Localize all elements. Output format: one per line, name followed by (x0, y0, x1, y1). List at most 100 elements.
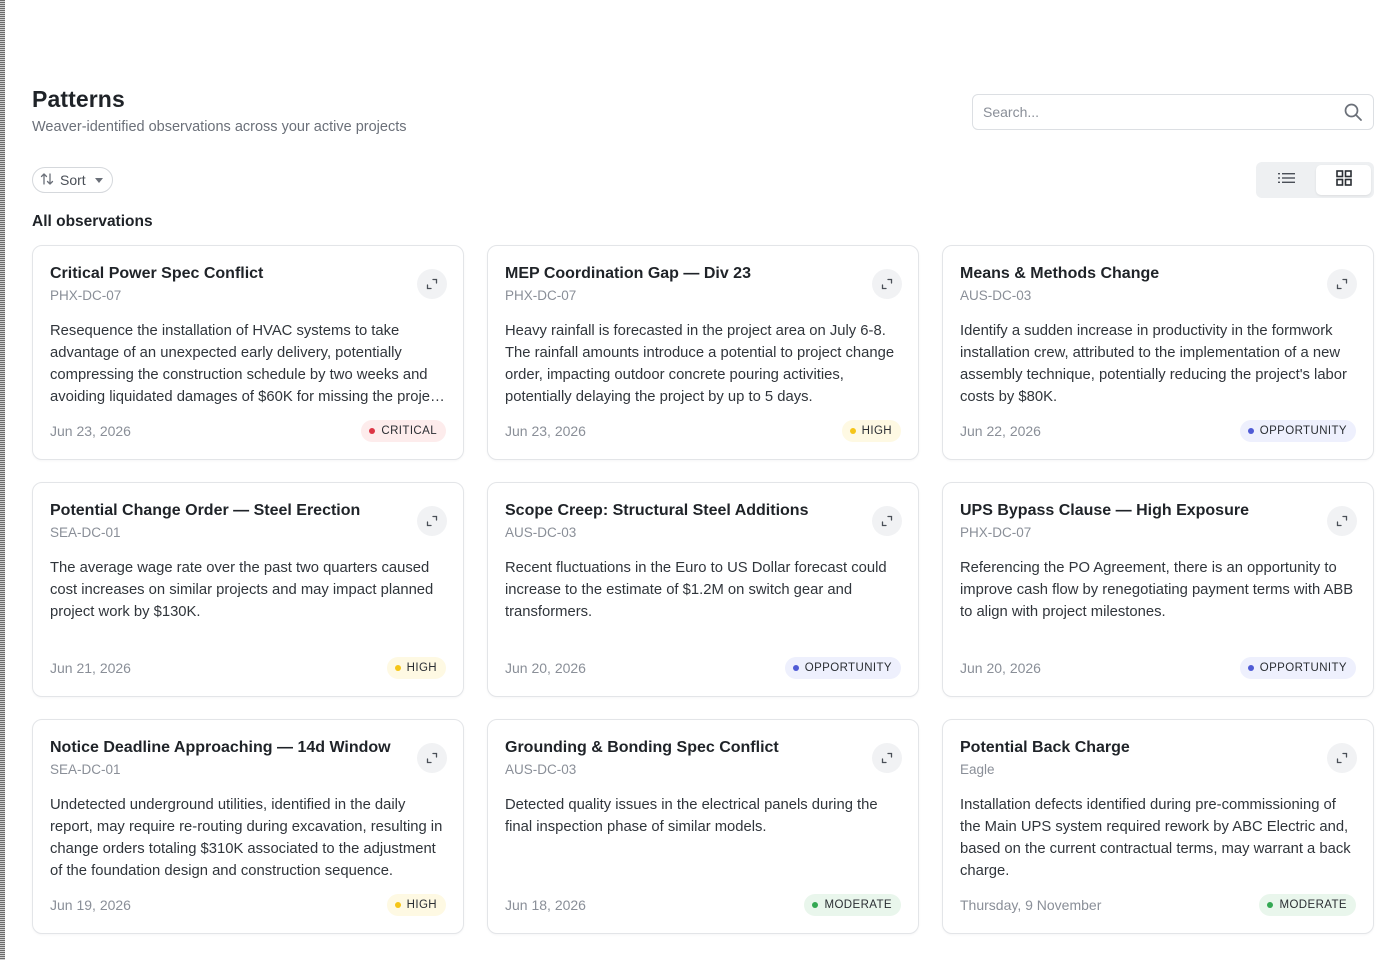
page-title: Patterns (32, 86, 125, 112)
card-description: Resequence the installation of HVAC syst… (50, 323, 442, 405)
grid-view-icon (1335, 169, 1352, 191)
expand-icon (426, 752, 438, 764)
project-code: AUS-DC-03 (960, 288, 1032, 303)
severity-dot (849, 428, 856, 434)
sort-label: Sort (60, 172, 86, 188)
search-box[interactable] (972, 94, 1374, 130)
severity-dot (1247, 428, 1254, 434)
card-description: Recent fluctuations in the Euro to US Do… (505, 560, 887, 620)
card-description: Installation defects identified during p… (960, 797, 1351, 879)
observation-card[interactable]: Notice Deadline Approaching — 14d Window… (32, 719, 464, 934)
severity-dot (792, 665, 799, 671)
severity-badge: MODERATE (804, 894, 901, 916)
window-edge (0, 0, 5, 960)
severity-label: MODERATE (824, 899, 892, 911)
chevron-down-icon (94, 177, 103, 183)
observation-card[interactable]: Grounding & Bonding Spec Conflict AUS-DC-… (487, 719, 919, 934)
expand-button[interactable] (872, 506, 902, 536)
severity-badge: HIGH (841, 420, 901, 442)
card-description: Detected quality issues in the electrica… (505, 797, 878, 835)
card-date: Jun 20, 2026 (505, 660, 586, 676)
expand-button[interactable] (1327, 743, 1357, 773)
card-date: Jun 21, 2026 (50, 660, 131, 676)
card-title: Grounding & Bonding Spec Conflict (505, 739, 779, 756)
project-code: SEA-DC-01 (50, 525, 121, 540)
expand-icon (426, 278, 438, 290)
severity-badge: OPPORTUNITY (784, 657, 901, 679)
card-title: MEP Coordination Gap — Div 23 (505, 265, 751, 282)
card-title: Notice Deadline Approaching — 14d Window (50, 739, 391, 756)
card-date: Jun 18, 2026 (505, 897, 586, 913)
expand-icon (1336, 752, 1348, 764)
card-description: Referencing the PO Agreement, there is a… (960, 560, 1354, 620)
project-code: PHX-DC-07 (960, 525, 1032, 540)
severity-dot (394, 665, 401, 671)
search-input[interactable] (983, 104, 1343, 120)
card-title: Potential Back Charge (960, 739, 1130, 756)
card-date: Jun 19, 2026 (50, 897, 131, 913)
card-description: Undetected underground utilities, identi… (50, 797, 443, 879)
card-date: Jun 22, 2026 (960, 423, 1041, 439)
project-code: AUS-DC-03 (505, 762, 577, 777)
list-view-button[interactable] (1259, 165, 1314, 195)
observation-card[interactable]: UPS Bypass Clause — High Exposure PHX-DC-… (942, 482, 1374, 697)
observation-card[interactable]: Scope Creep: Structural Steel Additions A… (487, 482, 919, 697)
severity-badge: HIGH (386, 894, 446, 916)
search-icon[interactable] (1343, 102, 1363, 122)
severity-badge: CRITICAL (361, 420, 446, 442)
observation-card[interactable]: Critical Power Spec Conflict PHX-DC-07 Res… (32, 245, 464, 460)
patterns-page: Patterns Weaver-identified observations … (32, 0, 1374, 960)
page-subtitle: Weaver-identified observations across yo… (32, 119, 407, 135)
list-view-icon (1277, 171, 1296, 190)
severity-label: MODERATE (1279, 899, 1347, 911)
expand-button[interactable] (417, 506, 447, 536)
expand-icon (881, 515, 893, 527)
observation-card[interactable]: Potential Change Order — Steel Erection S… (32, 482, 464, 697)
card-title: UPS Bypass Clause — High Exposure (960, 502, 1249, 519)
view-toggle (1256, 162, 1374, 198)
card-title: Potential Change Order — Steel Erection (50, 502, 361, 519)
severity-badge: HIGH (386, 657, 446, 679)
card-date: Jun 23, 2026 (505, 423, 586, 439)
observation-card[interactable]: MEP Coordination Gap — Div 23 PHX-DC-07 He… (487, 245, 919, 460)
sort-button[interactable]: Sort (32, 167, 113, 193)
severity-dot (1267, 902, 1274, 908)
expand-button[interactable] (872, 743, 902, 773)
section-title: All observations (32, 213, 153, 230)
severity-label: HIGH (406, 899, 437, 911)
project-code: PHX-DC-07 (505, 288, 577, 303)
expand-icon (881, 278, 893, 290)
severity-dot (394, 902, 401, 908)
project-code: PHX-DC-07 (50, 288, 122, 303)
project-code: AUS-DC-03 (505, 525, 577, 540)
severity-label: OPPORTUNITY (804, 662, 892, 674)
severity-label: CRITICAL (381, 425, 437, 437)
expand-button[interactable] (1327, 506, 1357, 536)
project-code: Eagle (960, 762, 995, 777)
observation-card[interactable]: Means & Methods Change AUS-DC-03 Identify … (942, 245, 1374, 460)
expand-icon (881, 752, 893, 764)
card-description: Identify a sudden increase in productivi… (960, 323, 1347, 405)
expand-button[interactable] (1327, 269, 1357, 299)
severity-dot (369, 428, 376, 434)
expand-button[interactable] (417, 269, 447, 299)
expand-button[interactable] (872, 269, 902, 299)
severity-dot (812, 902, 819, 908)
severity-badge: OPPORTUNITY (1239, 657, 1356, 679)
card-date: Jun 23, 2026 (50, 423, 131, 439)
grid-view-button[interactable] (1316, 165, 1371, 195)
card-title: Means & Methods Change (960, 265, 1160, 282)
sort-arrows-icon (40, 172, 54, 189)
expand-icon (1336, 515, 1348, 527)
card-description: The average wage rate over the past two … (50, 560, 434, 620)
card-date: Thursday, 9 November (960, 897, 1102, 913)
card-date: Jun 20, 2026 (960, 660, 1041, 676)
card-description: Heavy rainfall is forecasted in the proj… (505, 323, 895, 405)
severity-label: OPPORTUNITY (1259, 662, 1347, 674)
severity-label: OPPORTUNITY (1259, 425, 1347, 437)
expand-button[interactable] (417, 743, 447, 773)
observation-card[interactable]: Potential Back Charge Eagle Installation d… (942, 719, 1374, 934)
project-code: SEA-DC-01 (50, 762, 121, 777)
observations-grid: Critical Power Spec Conflict PHX-DC-07 Res… (32, 245, 1374, 934)
severity-badge: MODERATE (1259, 894, 1356, 916)
